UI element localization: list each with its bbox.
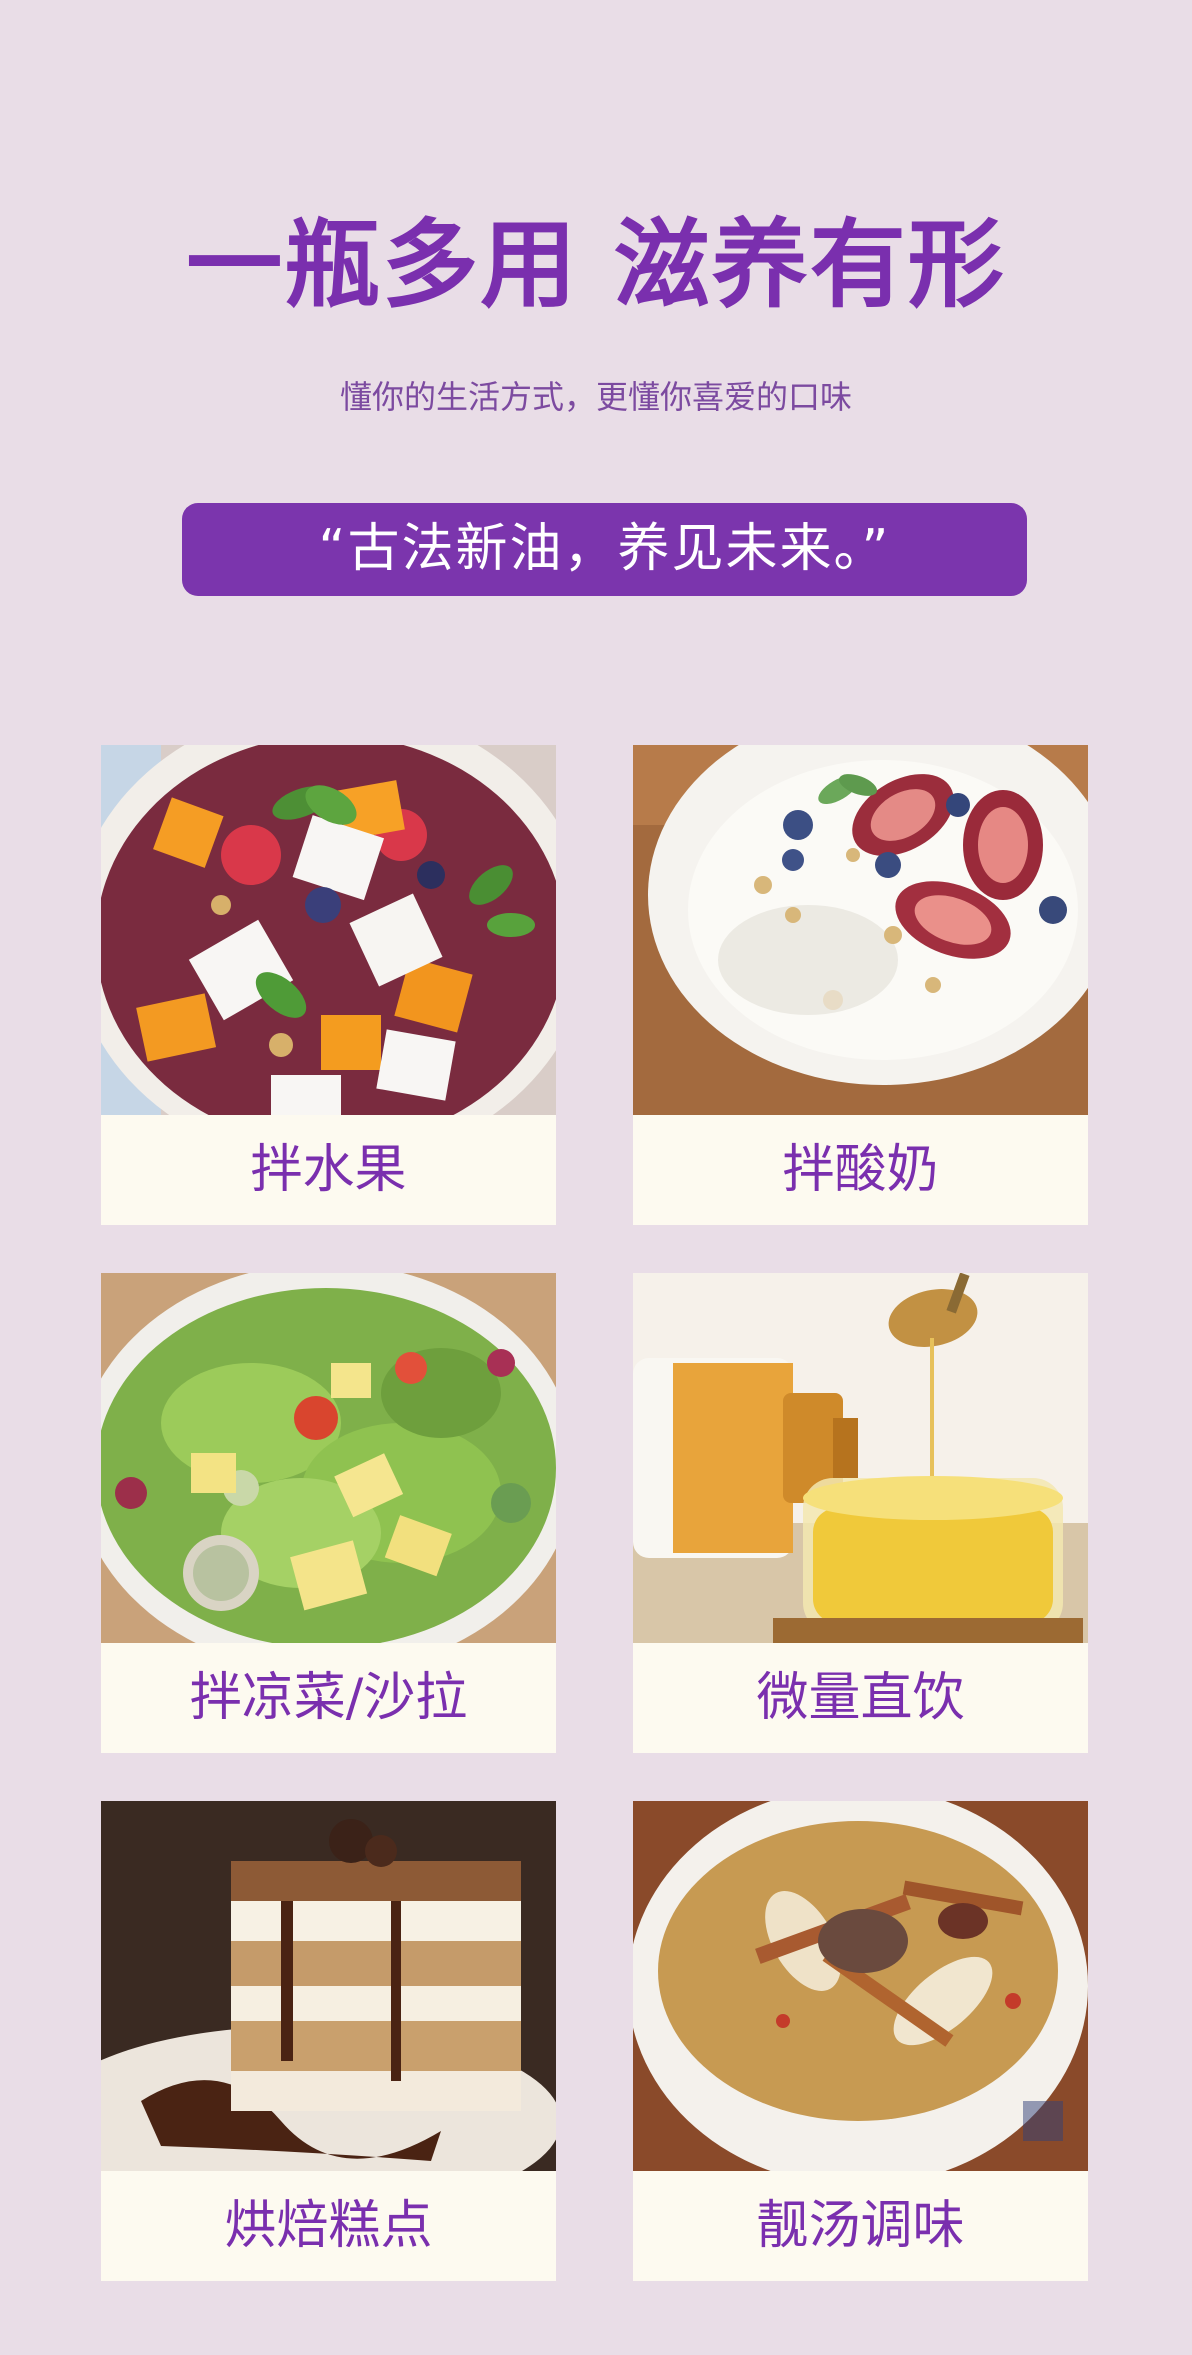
use-card-salad: 拌凉菜/沙拉	[101, 1273, 556, 1753]
use-label-fruit: 拌水果	[250, 1140, 407, 1200]
use-card-drink: 微量直饮	[633, 1273, 1088, 1753]
use-label-soup: 靓汤调味	[756, 2196, 965, 2256]
use-card-yogurt: 拌酸奶	[633, 745, 1088, 1225]
slogan-banner: “古法新油，养见未来。”	[182, 503, 1027, 596]
tiramisu-cake-photo	[101, 1801, 556, 2171]
use-label-yogurt: 拌酸奶	[782, 1140, 939, 1200]
use-label-drink: 微量直饮	[756, 1668, 965, 1728]
use-card-fruit: 拌水果	[101, 745, 556, 1225]
fruit-salad-photo	[101, 745, 556, 1115]
use-label-cake: 烘焙糕点	[224, 2196, 433, 2256]
green-salad-photo	[101, 1273, 556, 1643]
page-subtitle: 懂你的生活方式，更懂你喜爱的口味	[339, 378, 852, 416]
page-title: 一瓶多用 滋养有形	[186, 208, 1006, 321]
use-card-soup: 靓汤调味	[633, 1801, 1088, 2281]
use-card-cake: 烘焙糕点	[101, 1801, 556, 2281]
oil-glass-photo	[633, 1273, 1088, 1643]
yogurt-bowl-photo	[633, 745, 1088, 1115]
soup-bowl-photo	[633, 1801, 1088, 2171]
use-label-salad: 拌凉菜/沙拉	[189, 1668, 468, 1728]
